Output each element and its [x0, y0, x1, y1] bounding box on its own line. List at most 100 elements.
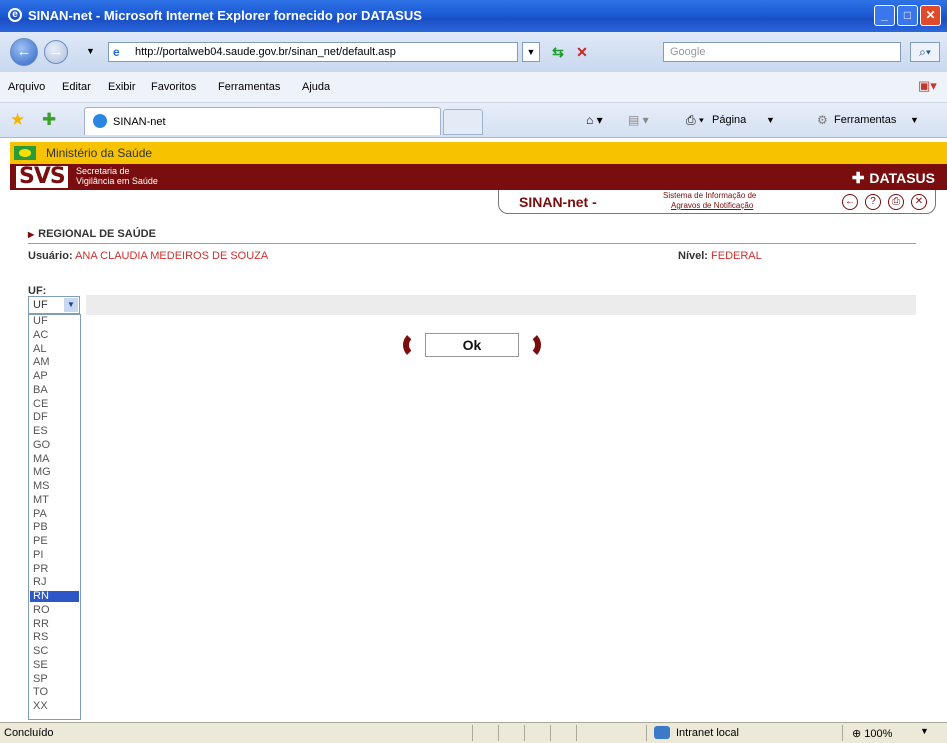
svs-logo: SVS — [16, 166, 68, 188]
zoom-level[interactable]: ⊕ 100% — [852, 727, 892, 740]
uf-option-pa[interactable]: PA — [30, 508, 79, 520]
home-icon[interactable]: ⌂ ▾ — [586, 113, 603, 127]
uf-option-mt[interactable]: MT — [30, 494, 79, 506]
zone-text: Intranet local — [676, 727, 739, 739]
window-title: SINAN-net - Microsoft Internet Explorer … — [28, 8, 422, 23]
chevron-down-icon: ▼ — [910, 115, 919, 125]
uf-option-rr[interactable]: RR — [30, 618, 79, 630]
uf-option-xx[interactable]: XX — [30, 701, 79, 712]
window-title-bar: e SINAN-net - Microsoft Internet Explore… — [0, 0, 947, 32]
ministerio-title: Ministério da Saúde — [46, 146, 153, 160]
menu-favoritos[interactable]: Favoritos — [151, 81, 196, 93]
uf-select[interactable]: UF ▼ — [28, 296, 80, 314]
uf-option-ro[interactable]: RO — [30, 604, 79, 616]
sinan-header-box: SINAN-net - Sistema de Informação de Agr… — [498, 190, 936, 214]
triangle-icon: ▶ — [28, 230, 35, 239]
navigation-bar: ← → ▼ e http://portalweb04.saude.gov.br/… — [0, 32, 947, 72]
uf-option-pb[interactable]: PB — [30, 522, 79, 533]
user-value: ANA CLAUDIA MEDEIROS DE SOUZA — [75, 250, 269, 262]
maximize-button[interactable]: □ — [897, 5, 918, 26]
uf-option-to[interactable]: TO — [30, 687, 79, 698]
address-dropdown-button[interactable]: ▼ — [522, 42, 540, 62]
address-bar[interactable]: e http://portalweb04.saude.gov.br/sinan_… — [108, 42, 518, 62]
uf-option-sp[interactable]: SP — [30, 673, 79, 685]
uf-option-ap[interactable]: AP — [30, 371, 79, 382]
print-icon[interactable]: ⎙ ▾ — [686, 113, 704, 128]
section-divider — [28, 243, 916, 244]
svs-subtitle-line2: Vigilância em Saúde — [76, 176, 158, 186]
datasus-logo: ✚ DATASUS — [852, 169, 935, 187]
page-menu[interactable]: Página — [712, 114, 746, 126]
new-tab-button[interactable] — [443, 109, 483, 135]
uf-option-pe[interactable]: PE — [30, 536, 79, 547]
refresh-button[interactable]: ⇆ — [548, 42, 568, 62]
uf-option-ce[interactable]: CE — [30, 398, 79, 410]
translate-icon[interactable]: ▣▾ — [918, 78, 937, 94]
ok-button[interactable]: Ok — [403, 331, 541, 359]
forward-button[interactable]: → — [44, 40, 68, 64]
search-input[interactable]: Google — [663, 42, 901, 62]
tab-label: SINAN-net — [113, 116, 166, 128]
feeds-icon[interactable]: ▤ ▾ — [628, 113, 649, 127]
tab-sinan-net[interactable]: SINAN-net — [84, 107, 441, 135]
uf-option-go[interactable]: GO — [30, 439, 79, 451]
help-icon[interactable]: ? — [865, 194, 881, 210]
section-title-text: REGIONAL DE SAÚDE — [38, 228, 156, 240]
back-arrow-icon[interactable]: ← — [842, 194, 858, 210]
ie-logo-icon: e — [8, 8, 22, 22]
uf-option-pi[interactable]: PI — [30, 549, 79, 561]
ie-page-icon — [93, 114, 107, 128]
menu-editar[interactable]: Editar — [62, 81, 91, 93]
user-label: Usuário: — [28, 250, 73, 262]
uf-option-es[interactable]: ES — [30, 426, 79, 437]
uf-option-mg[interactable]: MG — [30, 467, 79, 478]
uf-option-df[interactable]: DF — [30, 412, 79, 423]
search-placeholder: Google — [670, 46, 706, 58]
zoom-dropdown-icon[interactable]: ▼ — [920, 726, 929, 736]
add-favorites-icon[interactable]: ✚ — [42, 110, 56, 130]
uf-option-pr[interactable]: PR — [30, 563, 79, 575]
cross-icon: ✚ — [851, 170, 865, 187]
uf-option-ms[interactable]: MS — [30, 481, 79, 492]
sinan-subtitle-line1: Sistema de Informação de — [663, 191, 757, 200]
uf-option-rn[interactable]: RN — [30, 591, 79, 602]
svs-subtitle-line1: Secretaria de — [76, 166, 130, 176]
uf-option-se[interactable]: SE — [30, 659, 79, 671]
print-icon[interactable]: ⎙ — [888, 194, 904, 210]
uf-option-rs[interactable]: RS — [30, 632, 79, 643]
close-icon[interactable]: ✕ — [911, 194, 927, 210]
favorites-star-icon[interactable]: ★ — [10, 110, 25, 130]
section-title: ▶ REGIONAL DE SAÚDE — [28, 228, 156, 240]
uf-option-am[interactable]: AM — [30, 357, 79, 368]
form-row-background — [86, 295, 916, 315]
close-button[interactable]: ✕ — [920, 5, 941, 26]
uf-option-ba[interactable]: BA — [30, 384, 79, 396]
uf-option-ac[interactable]: AC — [30, 329, 79, 341]
level-value: FEDERAL — [711, 250, 762, 262]
menu-ferramentas[interactable]: Ferramentas — [218, 81, 280, 93]
search-icon[interactable]: ⌕▾ — [910, 42, 940, 62]
brazil-flag-icon — [14, 146, 36, 160]
minimize-button[interactable]: _ — [874, 5, 895, 26]
tools-menu[interactable]: Ferramentas — [834, 114, 896, 126]
stop-button[interactable]: ✕ — [572, 42, 592, 62]
recent-pages-dropdown-icon[interactable]: ▼ — [86, 46, 95, 56]
uf-option-rj[interactable]: RJ — [30, 577, 79, 588]
uf-option-ma[interactable]: MA — [30, 453, 79, 465]
sinan-title: SINAN-net - — [519, 194, 597, 210]
status-text: Concluído — [4, 727, 54, 739]
tabs-bar: ★ ✚ SINAN-net ⌂ ▾ ▤ ▾ ⎙ ▾ Página ▼ ⚙ Fer… — [0, 103, 947, 138]
uf-dropdown-list[interactable]: UF AC AL AM AP BA CE DF ES GO MA MG MS MT PA PB PE PI PR RJ… — [28, 314, 81, 720]
back-button[interactable]: ← — [10, 38, 38, 66]
uf-option-uf[interactable]: UF — [30, 316, 79, 327]
chevron-down-icon[interactable]: ▼ — [64, 298, 78, 312]
svs-bar: SVS Secretaria de Vigilância em Saúde ✚ D… — [10, 164, 947, 190]
uf-option-sc[interactable]: SC — [30, 646, 79, 657]
menu-arquivo[interactable]: Arquivo — [8, 81, 45, 93]
menu-ajuda[interactable]: Ajuda — [302, 81, 330, 93]
status-divider — [576, 725, 577, 741]
uf-option-al[interactable]: AL — [30, 343, 79, 355]
page-icon: e — [113, 45, 120, 59]
menu-exibir[interactable]: Exibir — [108, 81, 136, 93]
menu-bar: Arquivo Editar Exibir Favoritos Ferramen… — [0, 72, 947, 103]
